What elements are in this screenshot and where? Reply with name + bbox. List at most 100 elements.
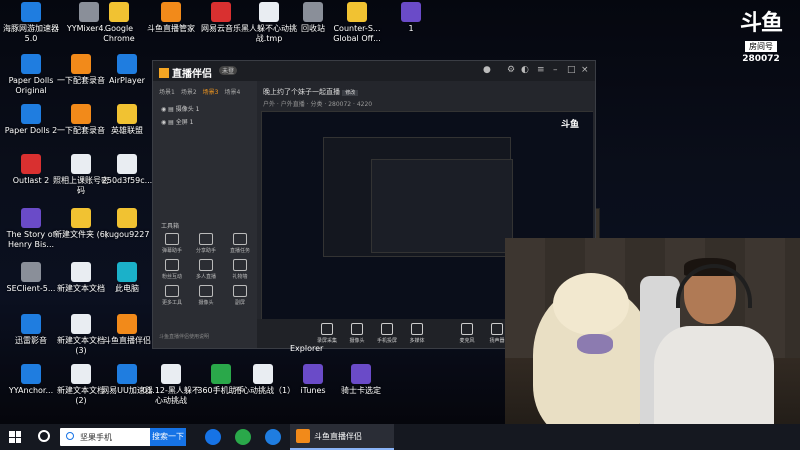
bottom-toolbar-button[interactable]: 录屏采集 (313, 323, 341, 344)
close-icon[interactable]: × (581, 65, 589, 75)
taskbar-app-label: 斗鱼直播伴侣 (314, 432, 362, 441)
lol-icon (117, 104, 137, 124)
scene-tab[interactable]: 场景3 (203, 87, 219, 96)
windows-start-icon[interactable] (9, 431, 21, 443)
tool-label: 礼物墙 (232, 274, 248, 280)
taskbar-douyu-companion[interactable]: 斗鱼直播伴侣 (290, 424, 394, 450)
tool-button[interactable]: 副屏 (225, 285, 255, 306)
tmp1-icon (259, 2, 279, 22)
record1-icon (71, 54, 91, 74)
scene-item[interactable]: ◉ ▤ 全屏 1 (153, 115, 257, 128)
room-number: 280072 (742, 54, 780, 64)
tool-button[interactable]: 粉丝互动 (157, 259, 187, 280)
desktop-icon-douyu-comp[interactable]: 斗鱼直播伴侣 (98, 314, 156, 346)
tools-title: 工具箱 (161, 223, 180, 230)
chrome-icon (109, 2, 129, 22)
bottom-toolbar-button[interactable]: 摄像头 (343, 323, 371, 344)
douyu-mgr-icon (161, 2, 181, 22)
desktop-icon-file250[interactable]: 250d3f59c... (98, 154, 156, 186)
itunes-icon (303, 364, 323, 384)
xunlei-icon (21, 314, 41, 334)
login-badge[interactable]: 未登 (219, 66, 238, 75)
kugou-icon (117, 208, 137, 228)
henry-icon (21, 208, 41, 228)
search-input[interactable] (64, 428, 150, 446)
desktop-icon-csgo[interactable]: Counter-S... Global Off... (328, 2, 386, 44)
newtxt2-icon (71, 364, 91, 384)
newtxt1-icon (71, 262, 91, 282)
stream-meta: 户外 · 户外直播 · 分类 · 280072 · 4220 (263, 101, 373, 108)
taskbar: 搜索一下 斗鱼直播伴侣 (0, 424, 800, 450)
tool-label: 多人直播 (195, 274, 216, 280)
tool-icon (233, 233, 247, 245)
stream-title[interactable]: 晚上约了个妹子一起直播 修改 (257, 81, 595, 97)
room-label: 房间号 (745, 41, 777, 52)
pwd-icon (71, 154, 91, 174)
cortana-icon[interactable] (38, 430, 50, 442)
desktop-icon-one[interactable]: 1 (382, 2, 440, 34)
tool-label: 摄像头 (198, 300, 214, 306)
edge-icon[interactable] (265, 429, 281, 445)
tool-button[interactable]: 分享助手 (191, 233, 221, 254)
toolbar-icon (411, 323, 423, 335)
app-brand: 直播伴侣 (159, 65, 212, 80)
desktop-icon-label: 骑士卡选定 (341, 386, 381, 395)
toolbar-icon (321, 323, 333, 335)
tool-label: 更多工具 (161, 300, 182, 306)
scene-item[interactable]: ◉ ▤ 摄像头 1 (153, 102, 257, 115)
status-bar[interactable]: 斗鱼直播伴侣使用说明 (153, 333, 209, 340)
toolbar-label: 麦克风 (459, 338, 475, 344)
tool-button[interactable]: 直播任务 (225, 233, 255, 254)
desktop-icon-label: 斗鱼直播伴侣 (103, 336, 151, 345)
tool-button[interactable]: 更多工具 (157, 285, 187, 306)
desktop-icon-qishi[interactable]: 骑士卡选定 (332, 364, 390, 396)
toolbar-label: 多媒体 (409, 338, 425, 344)
toolbar-icon (461, 323, 473, 335)
tool-button[interactable]: 多人直播 (191, 259, 221, 280)
douyu-room-badge: 斗鱼 房间号 280072 (736, 12, 786, 64)
minimize-icon[interactable]: – (553, 65, 558, 75)
yyanchor-icon (21, 364, 41, 384)
kuaishou-icon[interactable] (205, 429, 221, 445)
desktop-icon-label: 海豚网游加速器5.0 (3, 24, 59, 43)
recycle-icon (303, 2, 323, 22)
desktop-icon-airplayer[interactable]: AirPlayer (98, 54, 156, 86)
tool-icon (199, 233, 213, 245)
pc-icon (117, 262, 137, 282)
desktop-icon-chrome[interactable]: Google Chrome (90, 2, 148, 44)
streamer (640, 248, 790, 450)
desktop-icon-haizuo[interactable]: 海豚网游加速器5.0 (2, 2, 60, 44)
desktop-icon-label: kugou9227 (104, 230, 150, 239)
desktop-icon-label: Counter-S... Global Off... (333, 24, 381, 43)
paper2-icon (21, 104, 41, 124)
desktop-icon-pc[interactable]: 此电脑 (98, 262, 156, 294)
tool-label: 粉丝互动 (161, 274, 182, 280)
scene-tab[interactable]: 场景4 (224, 87, 240, 96)
scene-tab[interactable]: 场景1 (159, 87, 175, 96)
search-button[interactable]: 搜索一下 (150, 428, 186, 446)
bottom-toolbar-button[interactable]: 麦克风 (453, 323, 481, 344)
seclient-icon (21, 262, 41, 282)
tool-icon (199, 259, 213, 271)
tool-icon (199, 285, 213, 297)
tool-icon (165, 285, 179, 297)
desktop-icon-label: AirPlayer (109, 76, 145, 85)
bottom-toolbar-button[interactable]: 多媒体 (403, 323, 431, 344)
douyu-companion-icon (296, 429, 310, 443)
avatar-icon[interactable]: ● (483, 65, 491, 75)
desktop-icon-lol[interactable]: 英雄联盟 (98, 104, 156, 136)
menu-icon[interactable]: ≡ (537, 65, 545, 75)
tool-icon (165, 233, 179, 245)
scene-tab[interactable]: 场景2 (181, 87, 197, 96)
desktop-icon-kugou[interactable]: kugou9227 (98, 208, 156, 240)
settings-icon[interactable]: ⚙ (507, 65, 515, 75)
ie-green-icon[interactable] (235, 429, 251, 445)
window-titlebar[interactable]: 直播伴侣 未登 ● ⚙ ◐ ≡ – □ × (153, 61, 595, 81)
maximize-icon[interactable]: □ (567, 65, 576, 75)
tool-button[interactable]: 摄像头 (191, 285, 221, 306)
skin-icon[interactable]: ◐ (521, 65, 529, 75)
tool-button[interactable]: 弹幕助手 (157, 233, 187, 254)
bottom-toolbar-button[interactable]: 手机投屏 (373, 323, 401, 344)
toolbar-label: 手机投屏 (376, 338, 397, 344)
tool-button[interactable]: 礼物墙 (225, 259, 255, 280)
